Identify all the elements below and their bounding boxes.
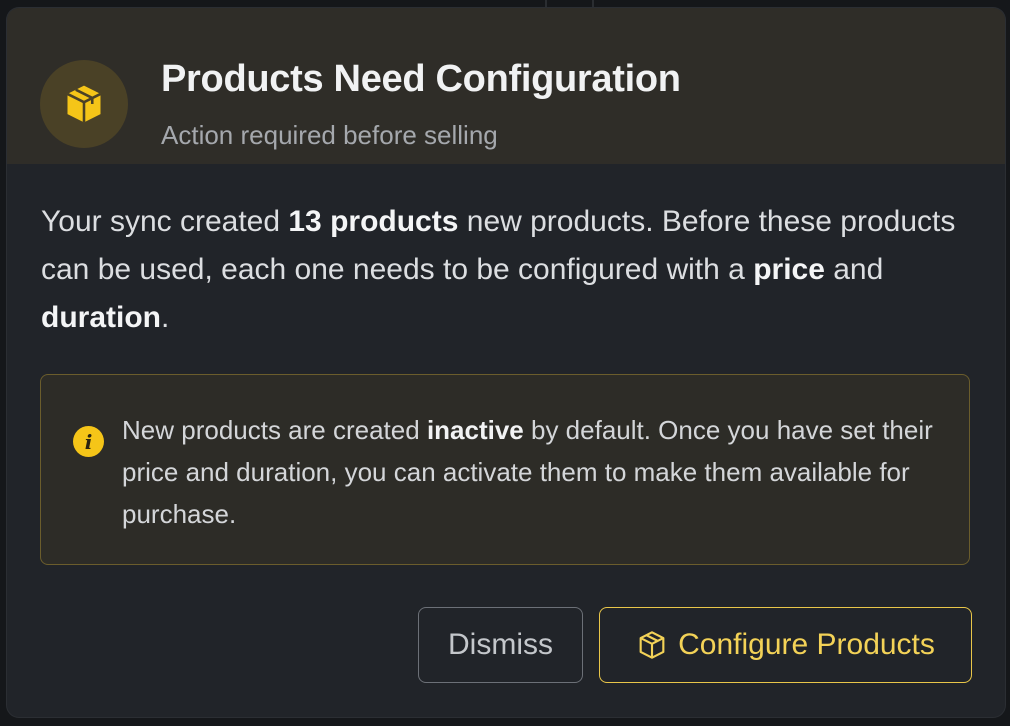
configure-label: Configure Products (678, 628, 935, 661)
inactive-term: inactive (426, 415, 524, 445)
message-text: . (161, 301, 170, 334)
message-text: Your sync created (41, 205, 289, 238)
info-notice: i New products are created inactive by d… (40, 374, 970, 565)
notice-text-part: New products are created (122, 415, 427, 445)
package-outline-icon (639, 631, 665, 659)
duration-term: duration (41, 301, 161, 334)
dialog-title: Products Need Configuration (161, 58, 681, 100)
info-icon: i (73, 426, 104, 457)
dialog-header: Products Need Configuration Action requi… (7, 8, 1005, 164)
backdrop-divider (592, 0, 594, 8)
message-text: and (824, 253, 884, 286)
package-icon (66, 85, 102, 123)
dialog-subtitle: Action required before selling (161, 120, 498, 150)
dialog-message: Your sync created 13 products new produc… (41, 198, 971, 342)
dismiss-button[interactable]: Dismiss (418, 607, 583, 683)
header-icon-badge (40, 60, 128, 148)
configure-products-button[interactable]: Configure Products (599, 607, 972, 683)
configuration-dialog: Products Need Configuration Action requi… (7, 8, 1005, 717)
product-count: 13 products (288, 205, 459, 238)
backdrop-divider (545, 0, 547, 8)
price-term: price (753, 253, 825, 286)
dismiss-label: Dismiss (448, 628, 553, 661)
notice-text: New products are created inactive by def… (122, 409, 942, 535)
